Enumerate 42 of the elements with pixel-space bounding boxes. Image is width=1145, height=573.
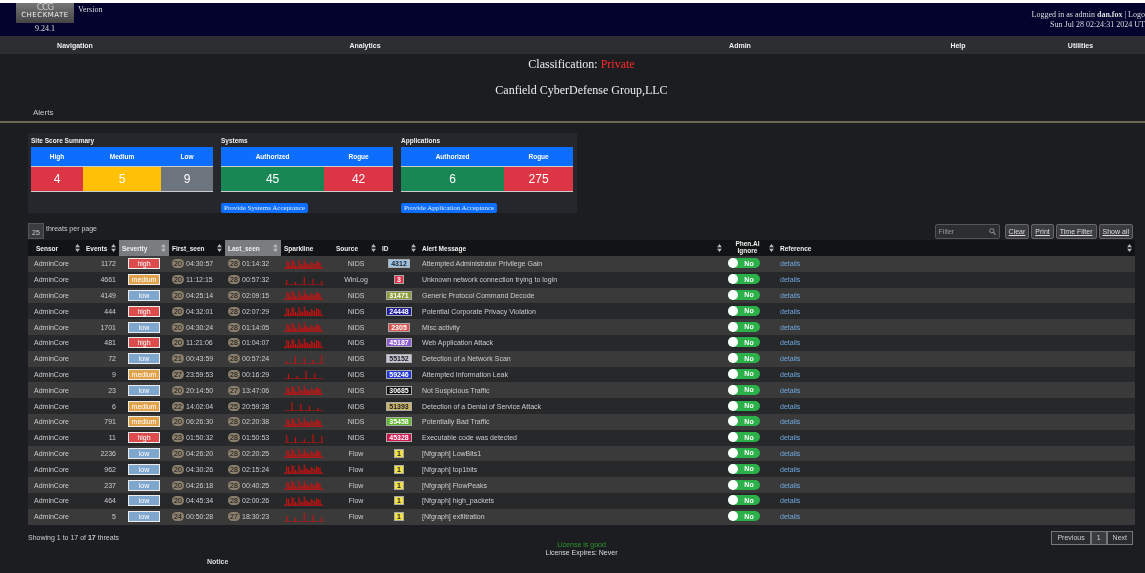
sparkline [284,369,324,380]
sparkline [284,511,324,522]
score-value: 42 [324,167,393,192]
sparkline [284,290,324,301]
sort-icon[interactable] [769,244,774,252]
sort-icon[interactable] [75,244,80,252]
section-title: Alerts [33,108,55,117]
sparkline [284,416,324,427]
score-value: 5 [83,167,161,192]
score-value: 45 [221,167,325,192]
sparkline [284,480,324,491]
search-icon [988,228,996,235]
sparkline [284,353,324,364]
date-time: Sun Jul 28 02:24:31 2024 UT [1050,19,1145,29]
version-label: Version [78,5,103,14]
score-value: 275 [504,167,573,192]
classification-label: Classification: [528,57,598,72]
score-value: 4 [31,167,83,192]
score-value: 6 [401,167,505,192]
sparkline [284,337,324,348]
sort-icon[interactable] [111,244,116,252]
version-number: 9.24.1 [35,24,55,33]
company-name: Canfield CyberDefense Group,LLC [494,83,669,98]
user-info: Logged in as admin dan.fox | Logo [1031,10,1145,20]
sort-icon[interactable] [411,244,416,252]
sparkline [284,385,324,396]
sparkline [284,322,324,333]
logo-text: CCG [36,3,54,12]
sparkline [284,274,324,285]
sort-icon[interactable] [1127,244,1132,252]
sparkline [284,401,324,412]
sort-icon[interactable] [217,244,222,252]
classification-value: Private [600,57,635,72]
sort-icon[interactable] [371,244,376,252]
score-value: 9 [161,167,213,192]
sparkline [284,448,324,459]
sparkline [284,306,324,317]
sparkline [284,258,324,269]
sort-icon[interactable] [717,244,722,252]
sparkline [284,432,324,443]
sparkline [284,464,324,475]
sparkline [284,495,324,506]
